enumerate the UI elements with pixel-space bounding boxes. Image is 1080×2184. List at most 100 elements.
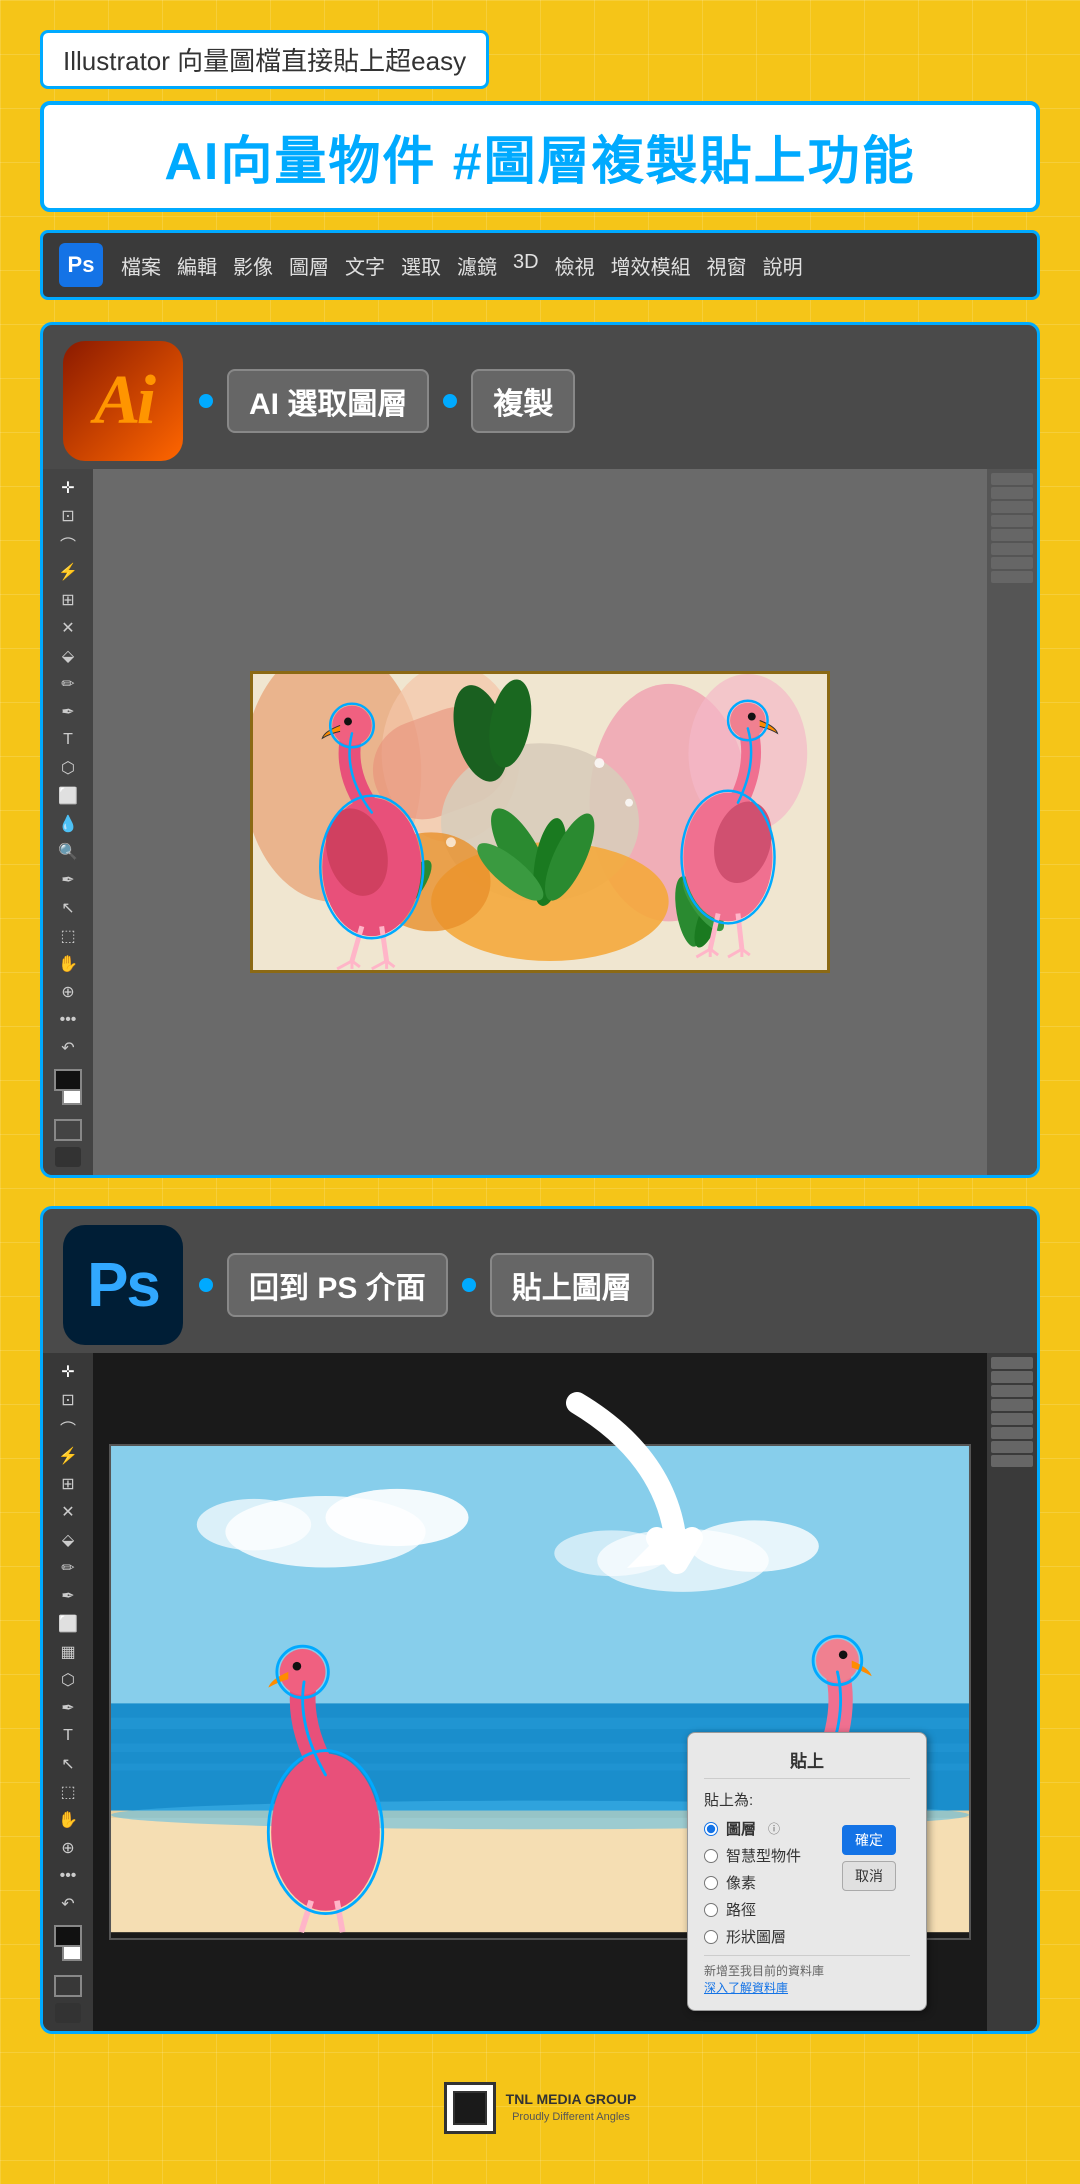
- ps-tool-eraser2[interactable]: ⬜: [53, 1613, 83, 1635]
- menu-item-text[interactable]: 文字: [345, 251, 385, 280]
- ai-label-copy: 複製: [471, 369, 575, 433]
- ps-tool-lasso[interactable]: ⌒: [53, 1417, 83, 1439]
- tool-hand[interactable]: ✋: [53, 953, 83, 975]
- ps-tool-move[interactable]: ✛: [53, 1361, 83, 1383]
- ps-menubar: Ps 檔案 編輯 影像 圖層 文字 選取 濾鏡 3D 檢視 增效模組 視窗 說明: [40, 230, 1040, 300]
- paste-option-path[interactable]: 路徑: [704, 1899, 910, 1920]
- menu-item-window[interactable]: 視窗: [707, 251, 747, 280]
- paste-radio-pixel[interactable]: [704, 1876, 718, 1890]
- tool-crosshair[interactable]: ✕: [53, 617, 83, 639]
- ps-panel-strip-6: [991, 1427, 1033, 1439]
- tool-brush[interactable]: ⬙: [53, 645, 83, 667]
- tool-move[interactable]: ✛: [53, 477, 83, 499]
- panel-strip-2: [991, 487, 1033, 499]
- menu-item-layer[interactable]: 圖層: [289, 251, 329, 280]
- menu-item-file[interactable]: 檔案: [121, 251, 161, 280]
- tool-arrow[interactable]: ↖: [53, 897, 83, 919]
- tool-color-fg[interactable]: [54, 1069, 82, 1091]
- menu-item-edit[interactable]: 編輯: [177, 251, 217, 280]
- ps-panel-strip-5: [991, 1413, 1033, 1425]
- tool-color-bg: [62, 1089, 82, 1105]
- tool-pen2[interactable]: ✒: [53, 869, 83, 891]
- paste-option-shape[interactable]: 形狀圖層: [704, 1926, 910, 1947]
- panel-strip-6: [991, 543, 1033, 555]
- menu-item-view[interactable]: 檢視: [555, 251, 595, 280]
- ai-label-select-text: AI 選取圖層: [249, 388, 407, 421]
- footer: TNL MEDIA GROUP Proudly Different Angles: [40, 2062, 1040, 2144]
- tool-swap[interactable]: ↶: [53, 1037, 83, 1059]
- menu-item-image[interactable]: 影像: [233, 251, 273, 280]
- tool-shape[interactable]: ⬡: [53, 757, 83, 779]
- ps-tool-zoom3[interactable]: ⊕: [53, 1837, 83, 1859]
- tool-type[interactable]: T: [53, 729, 83, 751]
- tool-eraser[interactable]: ⬜: [53, 785, 83, 807]
- main-title-box: AI向量物件 #圖層複製貼上功能: [40, 101, 1040, 212]
- menu-item-plugins[interactable]: 增效模組: [611, 251, 691, 280]
- ps-tool-pen[interactable]: ✒: [53, 1697, 83, 1719]
- paste-footer-link[interactable]: 深入了解資料庫: [704, 1979, 910, 1996]
- paste-footer-text: 新增至我目前的資料庫: [704, 1962, 910, 1979]
- ps-tool-select[interactable]: ⊡: [53, 1389, 83, 1411]
- paste-label-pixel: 像素: [726, 1872, 756, 1893]
- panel-strip-3: [991, 501, 1033, 513]
- tool-pen[interactable]: ✒: [53, 701, 83, 723]
- paste-radio-smart[interactable]: [704, 1849, 718, 1863]
- ps-tool-dodge[interactable]: ⬡: [53, 1669, 83, 1691]
- ps-label-group: 回到 PS 介面 貼上圖層: [199, 1253, 654, 1317]
- tool-select[interactable]: ⊡: [53, 505, 83, 527]
- menu-item-3d[interactable]: 3D: [513, 251, 539, 280]
- ps-tool-brush[interactable]: ✏: [53, 1557, 83, 1579]
- menu-item-help[interactable]: 說明: [763, 251, 803, 280]
- ps-menu-badge: Ps: [59, 243, 103, 287]
- ps-mode[interactable]: [55, 2003, 81, 2023]
- paste-dialog: 貼上 貼上為: 圖層 ⓘ 智慧型物件: [687, 1732, 927, 2011]
- tool-zoom[interactable]: 🔍: [53, 841, 83, 863]
- ps-tool-heal[interactable]: ⬙: [53, 1529, 83, 1551]
- tool-none: [54, 1119, 82, 1141]
- paste-label-layer: 圖層: [726, 1818, 756, 1839]
- ps-tool-text[interactable]: T: [53, 1725, 83, 1747]
- big-arrow: [527, 1383, 707, 1588]
- tool-rect[interactable]: ⬚: [53, 925, 83, 947]
- ps-right-panel: [987, 1353, 1037, 2031]
- ps-tool-gradient[interactable]: ▦: [53, 1641, 83, 1663]
- ps-tool-crop[interactable]: ⊞: [53, 1473, 83, 1495]
- ps-dot-1: [199, 1278, 213, 1292]
- tool-lasso[interactable]: ⌒: [53, 533, 83, 555]
- ps-tool-shape[interactable]: ⬚: [53, 1781, 83, 1803]
- menu-item-select[interactable]: 選取: [401, 251, 441, 280]
- panel-strip-1: [991, 473, 1033, 485]
- tool-crop[interactable]: ⊞: [53, 589, 83, 611]
- ps-label-back-text: 回到 PS 介面: [249, 1272, 426, 1305]
- menu-item-filter[interactable]: 濾鏡: [457, 251, 497, 280]
- tool-zoom2[interactable]: ⊕: [53, 981, 83, 1003]
- ps-tool-wand[interactable]: ⚡: [53, 1445, 83, 1467]
- paste-radio-shape[interactable]: [704, 1930, 718, 1944]
- ps-none: [54, 1975, 82, 1997]
- ps-panel-strip-8: [991, 1455, 1033, 1467]
- tool-wand[interactable]: ⚡: [53, 561, 83, 583]
- ai-canvas: [93, 469, 987, 1175]
- ps-tool-path[interactable]: ↖: [53, 1753, 83, 1775]
- ai-label-group: AI 選取圖層 複製: [199, 369, 575, 433]
- tool-eyedrop[interactable]: 💧: [53, 813, 83, 835]
- ps-tool-swap2[interactable]: ↶: [53, 1893, 83, 1915]
- tool-mode[interactable]: [55, 1147, 81, 1167]
- ps-tool-stamp[interactable]: ✒: [53, 1585, 83, 1607]
- ps-header-row: Ps 回到 PS 介面 貼上圖層: [43, 1209, 1037, 1353]
- tool-dots[interactable]: •••: [53, 1009, 83, 1031]
- paste-radio-path[interactable]: [704, 1903, 718, 1917]
- paste-dialog-title: 貼上: [704, 1747, 910, 1779]
- ps-tool-eyedrop[interactable]: ✕: [53, 1501, 83, 1523]
- ps-tool-hand2[interactable]: ✋: [53, 1809, 83, 1831]
- paste-footer: 新增至我目前的資料庫 深入了解資料庫: [704, 1955, 910, 1996]
- paste-confirm-button[interactable]: 確定: [842, 1825, 896, 1855]
- ps-tool-palette: ✛ ⊡ ⌒ ⚡ ⊞ ✕ ⬙ ✏ ✒ ⬜ ▦ ⬡ ✒ T ↖ ⬚ ✋ ⊕ ••• …: [43, 1353, 93, 2031]
- ps-color-fg[interactable]: [54, 1925, 82, 1947]
- paste-cancel-button[interactable]: 取消: [842, 1861, 896, 1891]
- paste-radio-layer[interactable]: [704, 1822, 718, 1836]
- tool-pencil[interactable]: ✏: [53, 673, 83, 695]
- ps-label-paste-text: 貼上圖層: [512, 1272, 632, 1305]
- ai-label-select: AI 選取圖層: [227, 369, 429, 433]
- ps-tool-dots[interactable]: •••: [53, 1865, 83, 1887]
